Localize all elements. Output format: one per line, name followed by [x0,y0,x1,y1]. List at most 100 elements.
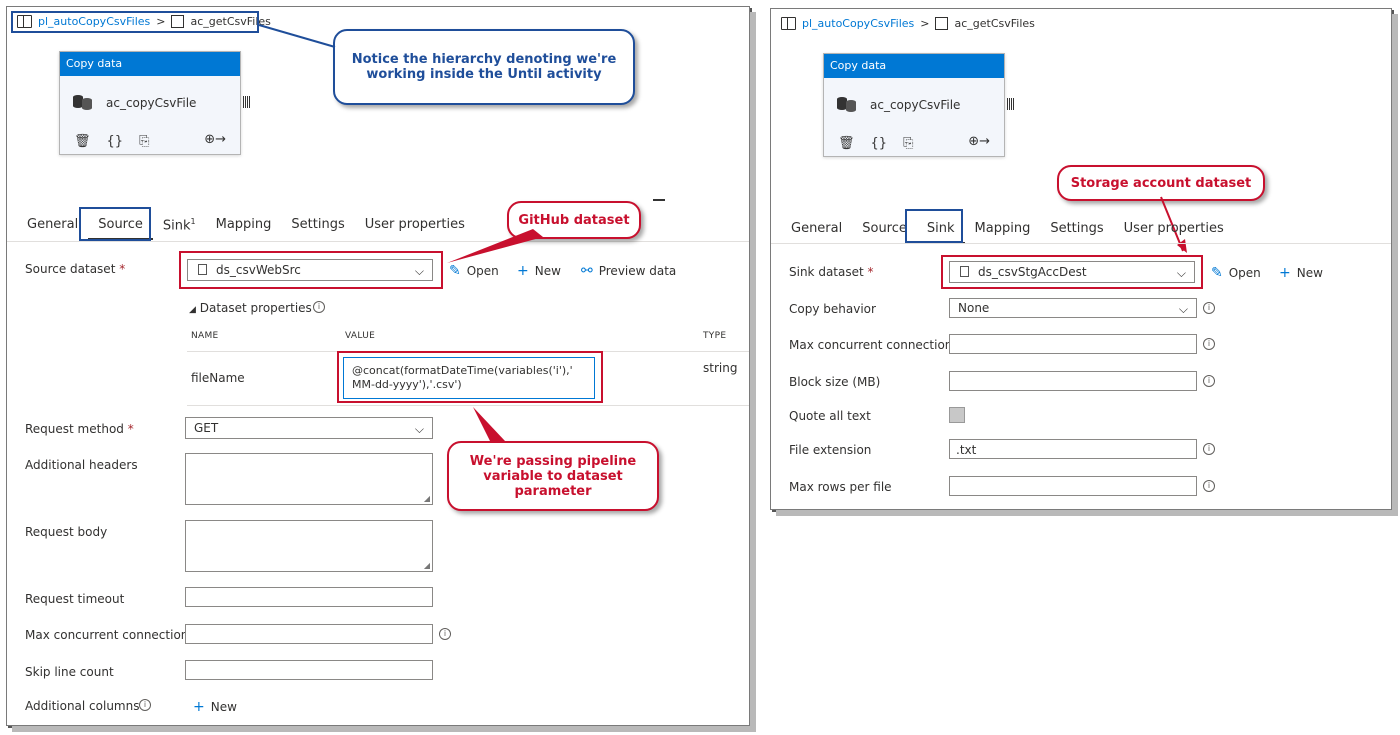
copy-icon[interactable]: ⎘ [903,136,913,151]
max-concurrent-input[interactable] [185,624,433,644]
param-value-highlight [337,351,603,403]
breadcrumb-separator: > [920,17,930,30]
database-icon [837,97,856,112]
skip-line-count-label: Skip line count [25,665,114,679]
tab-bar: General Source Sink Mapping Settings Use… [781,215,1234,244]
chevron-down-icon: ⌵ [1178,302,1188,316]
copy-behavior-select[interactable]: None ⌵ [949,298,1197,318]
info-icon: i [139,699,151,711]
param-name: fileName [191,371,245,385]
new-dataset-button[interactable]: + New [1279,265,1323,281]
callout-github-pointer [447,229,543,263]
request-method-value: GET [194,421,219,435]
pipeline-icon [781,17,796,30]
plus-icon: + [193,699,205,715]
breadcrumb: pl_autoCopyCsvFiles > ac_getCsvFiles [781,17,1035,30]
info-icon: i [1203,480,1215,492]
source-panel: pl_autoCopyCsvFiles > ac_getCsvFiles Cop… [6,6,750,726]
request-method-label: Request method * [25,422,134,436]
source-dataset-highlight [179,251,443,289]
max-concurrent-label: Max concurrent connections [789,338,959,352]
request-body-input[interactable]: ◢ [185,520,433,572]
tab-settings[interactable]: Settings [1040,215,1113,244]
block-size-input[interactable] [949,371,1197,391]
copy-activity-box[interactable]: Copy data ac_copyCsvFile 🗑 {} ⎘ ⊕→ [823,53,1014,157]
copy-behavior-value: None [958,301,990,315]
info-icon: i [439,628,451,640]
table-row-divider [187,405,749,406]
callout-passing: We're passing pipeline variable to datas… [447,441,659,511]
dataset-properties-toggle[interactable]: ◢ Dataset properties [189,301,312,315]
callout-hierarchy-pointer [258,24,336,48]
collapse-triangle-icon: ◢ [189,305,196,315]
tab-divider [7,241,749,242]
until-activity-icon [935,17,949,30]
tab-sink[interactable]: Sink1 [153,211,206,240]
resize-grip-icon[interactable]: ◢ [424,561,430,570]
info-icon: i [313,301,325,313]
code-icon[interactable]: {} [107,134,124,149]
block-size-label: Block size (MB) [789,375,881,389]
sink-dataset-highlight [941,255,1203,289]
activity-name: ac_copyCsvFile [870,98,961,112]
max-rows-input[interactable] [949,476,1197,496]
tab-settings[interactable]: Settings [281,211,354,240]
file-extension-input[interactable]: .txt [949,439,1197,459]
request-method-select[interactable]: GET ⌵ [185,417,433,439]
preview-data-button[interactable]: ⚯ Preview data [581,263,676,279]
delete-icon[interactable]: 🗑 [74,134,91,149]
glasses-icon: ⚯ [581,263,593,279]
tab-sink-badge: 1 [190,217,196,226]
breadcrumb-activity[interactable]: ac_getCsvFiles [954,17,1034,30]
pencil-icon: ✎ [1211,265,1223,281]
resize-handle[interactable] [1007,98,1014,110]
max-rows-label: Max rows per file [789,480,892,494]
info-icon: i [1203,375,1215,387]
source-dataset-label: Source dataset * [25,262,126,276]
copy-behavior-label: Copy behavior [789,302,876,316]
quote-all-text-label: Quote all text [789,409,871,423]
quote-all-text-checkbox[interactable] [949,407,965,423]
resize-grip-icon[interactable]: ◢ [424,494,430,503]
open-dataset-button[interactable]: ✎ Open [449,263,499,279]
breadcrumb-highlight [11,11,259,33]
add-column-button[interactable]: + New [193,699,237,715]
col-type-header: TYPE [703,331,727,341]
divider-mark [653,199,665,201]
request-timeout-input[interactable] [185,587,433,607]
col-name-header: NAME [191,331,219,341]
tab-general[interactable]: General [781,215,852,244]
tab-general[interactable]: General [17,211,88,240]
tab-mapping[interactable]: Mapping [206,211,282,240]
callout-hierarchy: Notice the hierarchy denoting we're work… [333,29,635,105]
additional-headers-input[interactable]: ◢ [185,453,433,505]
file-extension-label: File extension [789,443,872,457]
max-concurrent-label: Max concurrent connections [25,628,195,642]
add-output-icon[interactable]: ⊕→ [968,134,990,149]
tab-divider [771,243,1391,244]
sink-dataset-label: Sink dataset * [789,265,874,279]
additional-headers-label: Additional headers [25,458,138,472]
request-body-label: Request body [25,525,108,539]
callout-passing-pointer [473,407,505,443]
open-dataset-button[interactable]: ✎ Open [1211,265,1261,281]
tab-mapping[interactable]: Mapping [965,215,1041,244]
chevron-down-icon: ⌵ [414,422,424,436]
sink-panel: pl_autoCopyCsvFiles > ac_getCsvFiles Cop… [770,8,1392,510]
delete-icon[interactable]: 🗑 [838,136,855,151]
activity-name: ac_copyCsvFile [106,96,197,110]
tab-user-properties[interactable]: User properties [1114,215,1234,244]
activity-header: Copy data [60,52,240,76]
max-concurrent-input[interactable] [949,334,1197,354]
code-icon[interactable]: {} [871,136,888,151]
copy-activity-box[interactable]: Copy data ac_copyCsvFile 🗑 {} ⎘ ⊕→ [59,51,250,155]
resize-handle[interactable] [243,96,250,108]
param-type: string [703,361,738,375]
skip-line-count-input[interactable] [185,660,433,680]
new-dataset-button[interactable]: + New [517,263,561,279]
copy-icon[interactable]: ⎘ [139,134,149,149]
add-output-icon[interactable]: ⊕→ [204,132,226,147]
tab-sink-label: Sink [162,218,191,234]
sink-tab-highlight [905,209,963,243]
breadcrumb-pipeline-link[interactable]: pl_autoCopyCsvFiles [802,17,914,30]
